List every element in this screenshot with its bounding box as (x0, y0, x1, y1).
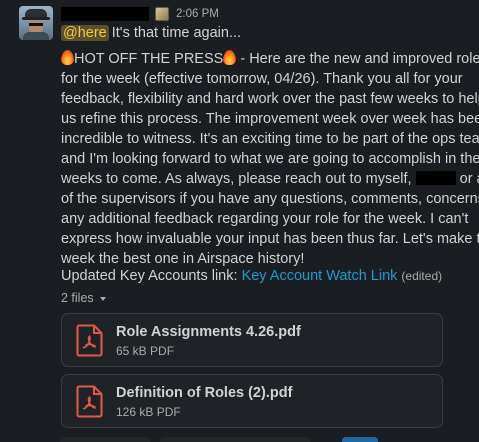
fire-emoji-icon (223, 50, 237, 65)
file-meta: 65 kB PDF (116, 344, 175, 358)
caret-down-icon (99, 296, 106, 301)
body-line: and I'm looking forward to what we are g… (61, 150, 479, 167)
avatar-glasses (29, 23, 43, 26)
body-line: HOT OFF THE PRESS - Here are the new and… (61, 50, 479, 70)
message-timestamp[interactable]: 2:06 PM (176, 8, 219, 21)
redacted-username[interactable] (61, 7, 149, 21)
redacted-name (415, 170, 456, 185)
link-prefix: Updated Key Accounts link: (61, 268, 238, 284)
body-text: or any (459, 170, 479, 187)
first-line-text: It's that time again... (111, 25, 242, 41)
status-emoji-icon[interactable] (155, 7, 169, 21)
body-line: incredible to witness. It's an exciting … (61, 130, 479, 147)
fire-emoji-icon (61, 50, 74, 65)
edited-label: (edited) (401, 269, 443, 283)
body-line: for the week (effective tomorrow, 04/26)… (61, 70, 463, 87)
pdf-file-icon (76, 385, 103, 418)
reaction-pill[interactable] (60, 437, 150, 442)
body-text: - Here are the new and improved roles (236, 51, 479, 67)
body-line: feedback, flexibility and hard work over… (61, 90, 479, 107)
body-line: us refine this process. The improvement … (61, 110, 479, 127)
message: 2:06 PM @here It's that time again... HOT… (0, 0, 479, 442)
link-line: Updated Key Accounts link: Key Account W… (61, 266, 442, 286)
file-attachment[interactable]: Definition of Roles (2).pdf 126 kB PDF (61, 374, 443, 428)
user-avatar[interactable] (19, 6, 53, 40)
files-count-label: 2 files (61, 291, 94, 305)
reaction-pill[interactable] (160, 437, 310, 442)
body-line: weeks to come. As always, please reach o… (61, 170, 479, 190)
message-first-line: @here It's that time again... (61, 23, 241, 43)
body-line: any additional feedback regarding your r… (61, 210, 469, 227)
message-body: HOT OFF THE PRESS - Here are the new and… (61, 50, 479, 269)
reaction-pill[interactable] (342, 437, 378, 442)
key-account-watch-link[interactable]: Key Account Watch Link (242, 268, 398, 284)
files-toggle[interactable]: 2 files (61, 291, 106, 305)
body-text: weeks to come. As always, please reach o… (61, 170, 412, 187)
reaction-bar (0, 435, 479, 442)
file-name[interactable]: Definition of Roles (2).pdf (116, 385, 292, 401)
pdf-file-icon (76, 324, 103, 357)
body-line: of the supervisors if you have any quest… (61, 190, 479, 207)
file-attachment[interactable]: Role Assignments 4.26.pdf 65 kB PDF (61, 313, 443, 367)
body-text: HOT OFF THE PRESS (74, 51, 224, 67)
avatar-shirt (23, 32, 49, 40)
body-line: express how invaluable your input has be… (61, 230, 479, 247)
here-mention[interactable]: @here (61, 25, 109, 41)
file-name[interactable]: Role Assignments 4.26.pdf (116, 324, 301, 340)
file-meta: 126 kB PDF (116, 405, 181, 419)
